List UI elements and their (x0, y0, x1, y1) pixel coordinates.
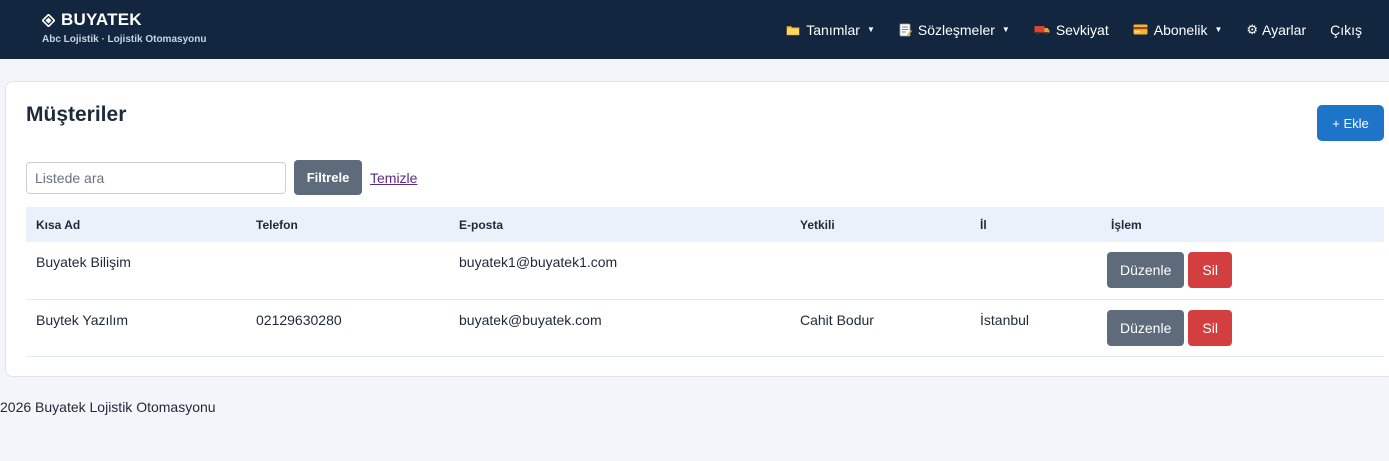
nav-item-label: Sözleşmeler (917, 21, 995, 38)
footer-text: 2026 Buyatek Lojistik Otomasyonu (0, 399, 216, 415)
caret-down-icon: ▼ (866, 25, 875, 34)
truck-icon (1034, 24, 1050, 36)
cell-short-name: Buytek Yazılım (26, 299, 246, 357)
cell-contact: Cahit Bodur (790, 299, 970, 357)
nav-item-label: Ayarlar (1262, 21, 1307, 38)
nav-item-label: Tanımlar (806, 21, 860, 38)
nav-item-sevkiyat[interactable]: Sevkiyat (1034, 22, 1109, 38)
nav-item-tanimlar[interactable]: Tanımlar ▼ (786, 22, 875, 38)
cell-email: buyatek1@buyatek1.com (449, 242, 790, 300)
cell-short-name: Buyatek Bilişim (26, 242, 246, 300)
delete-button[interactable]: Sil (1188, 309, 1232, 346)
add-button[interactable]: + Ekle (1317, 105, 1384, 141)
cell-contact (790, 242, 970, 300)
cell-phone (246, 242, 449, 300)
column-header: E-posta (449, 207, 790, 242)
clear-link[interactable]: Temizle (370, 170, 417, 186)
edit-button[interactable]: Düzenle (1107, 309, 1185, 346)
diamond-icon (42, 13, 55, 27)
edit-button[interactable]: Düzenle (1107, 252, 1185, 288)
gear-icon: ⚙ (1246, 21, 1259, 37)
table-header-row: Kısa Ad Telefon E-posta Yetkili İl İşlem (26, 207, 1384, 242)
table-row: Buytek Yazılım 02129630280 buyatek@buyat… (26, 299, 1384, 357)
column-header: Yetkili (790, 207, 970, 242)
caret-down-icon: ▼ (1001, 25, 1010, 34)
column-header: İl (970, 207, 1101, 242)
customers-card: Müşteriler + Ekle Filtrele Temizle Kısa … (5, 81, 1389, 377)
cell-city: İstanbul (970, 299, 1101, 357)
nav-item-abonelik[interactable]: Abonelik ▼ (1133, 21, 1223, 38)
table-row: Buyatek Bilişim buyatek1@buyatek1.com Dü… (26, 242, 1384, 300)
cell-email: buyatek@buyatek.com (449, 299, 790, 357)
nav-item-label: Çıkış (1330, 21, 1362, 38)
nav-item-ayarlar[interactable]: ⚙ Ayarlar (1246, 22, 1306, 38)
caret-down-icon: ▼ (1214, 25, 1223, 34)
credit-card-icon (1133, 24, 1148, 35)
filter-button[interactable]: Filtrele (294, 160, 362, 195)
delete-button[interactable]: Sil (1188, 252, 1232, 288)
nav-item-label: Abonelik (1153, 21, 1208, 38)
column-header: İşlem (1101, 207, 1384, 242)
main-nav: Tanımlar ▼ Sözleşmeler ▼ Sevkiyat Abonel… (762, 0, 1362, 59)
folder-icon (786, 24, 800, 36)
cell-actions: Düzenle Sil (1101, 242, 1384, 300)
nav-item-sozlesmeler[interactable]: Sözleşmeler ▼ (899, 22, 1010, 38)
brand-subtitle: Abc Lojistik · Lojistik Otomasyonu (42, 34, 207, 45)
memo-icon (899, 23, 912, 37)
page-title: Müşteriler (26, 103, 127, 126)
customers-table: Kısa Ad Telefon E-posta Yetkili İl İşlem… (26, 207, 1384, 357)
cell-phone: 02129630280 (246, 299, 449, 357)
cell-actions: Düzenle Sil (1101, 299, 1384, 357)
brand-title: BUYATEK (42, 10, 206, 30)
brand[interactable]: BUYATEK Abc Lojistik · Lojistik Otomasyo… (42, 10, 206, 45)
search-input[interactable] (26, 162, 286, 194)
top-navbar: BUYATEK Abc Lojistik · Lojistik Otomasyo… (0, 0, 1389, 59)
column-header: Kısa Ad (26, 207, 246, 242)
nav-item-label: Sevkiyat (1055, 21, 1109, 38)
nav-item-cikis[interactable]: Çıkış (1330, 22, 1362, 38)
cell-city (970, 242, 1101, 300)
brand-name: BUYATEK (61, 10, 142, 29)
column-header: Telefon (246, 207, 449, 242)
